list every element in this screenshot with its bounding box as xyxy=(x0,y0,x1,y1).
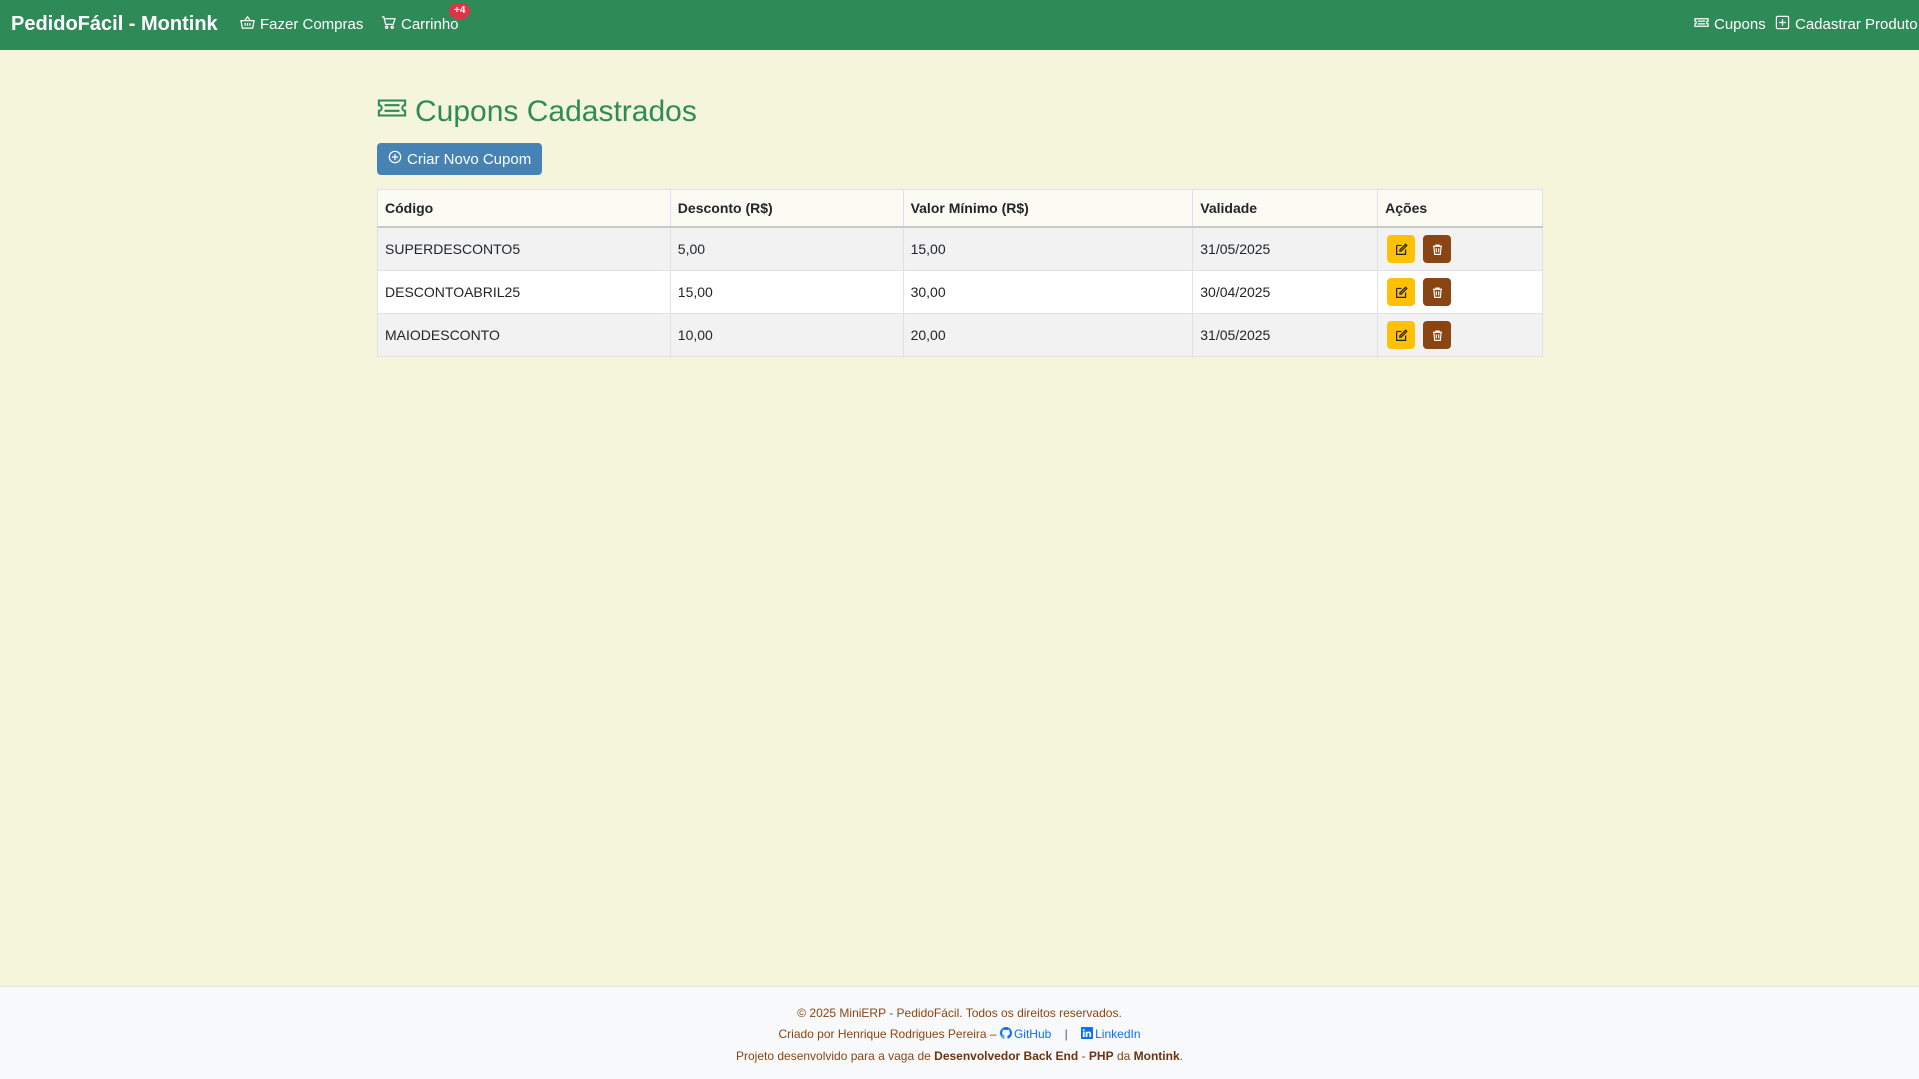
pencil-square-icon xyxy=(1395,242,1408,255)
table-row: DESCONTOABRIL25 15,00 30,00 30/04/2025 xyxy=(377,270,1543,314)
github-link[interactable]: GitHub xyxy=(999,1027,1052,1041)
ticket-icon xyxy=(377,93,407,131)
pencil-square-icon xyxy=(1395,285,1408,298)
cell-validity: 31/05/2025 xyxy=(1192,226,1379,271)
nav-coupons-link[interactable]: Cupons xyxy=(1694,15,1766,34)
trash-icon xyxy=(1432,243,1442,255)
footer-company: Montink xyxy=(1133,1049,1180,1063)
plus-square-icon xyxy=(1775,15,1790,34)
edit-button[interactable] xyxy=(1387,321,1416,349)
plus-circle-icon xyxy=(388,150,402,168)
cell-code: MAIODESCONTO xyxy=(377,313,671,357)
brand-link[interactable]: PedidoFácil - Montink xyxy=(11,13,218,36)
cell-validity: 30/04/2025 xyxy=(1192,270,1379,314)
cell-discount: 15,00 xyxy=(669,270,904,314)
delete-button[interactable] xyxy=(1423,278,1452,306)
cell-actions xyxy=(1377,226,1543,271)
coupons-table: Código Desconto (R$) Valor Mínimo (R$) V… xyxy=(377,189,1543,357)
cart-icon xyxy=(381,15,396,34)
linkedin-label: LinkedIn xyxy=(1095,1027,1141,1041)
delete-button[interactable] xyxy=(1423,321,1452,349)
nav-shop-link[interactable]: Fazer Compras xyxy=(240,15,363,34)
footer-copyright: © 2025 MiniERP - PedidoFácil. Todos os d… xyxy=(797,1006,1122,1020)
ticket-icon xyxy=(1694,15,1709,34)
page-title-text: Cupons Cadastrados xyxy=(415,95,697,128)
footer-dash: - xyxy=(1081,1049,1086,1063)
nav-cart-link[interactable]: Carrinho xyxy=(381,15,459,34)
cell-discount: 5,00 xyxy=(669,226,904,271)
footer-period: . xyxy=(1179,1049,1183,1063)
cell-min-value: 20,00 xyxy=(902,313,1194,357)
edit-button[interactable] xyxy=(1387,235,1416,263)
linkedin-link[interactable]: LinkedIn xyxy=(1081,1027,1141,1041)
nav-add-product-label: Cadastrar Produto xyxy=(1795,16,1918,33)
nav-cart-label: Carrinho xyxy=(401,16,459,33)
cell-actions xyxy=(1377,313,1543,357)
cell-min-value: 15,00 xyxy=(902,226,1194,271)
trash-icon xyxy=(1432,329,1442,341)
footer-credits: Criado por Henrique Rodrigues Pereira – … xyxy=(0,1027,1919,1041)
cell-code: DESCONTOABRIL25 xyxy=(377,270,671,314)
footer-created-by: Criado por Henrique Rodrigues Pereira – xyxy=(778,1027,997,1041)
footer-role: Desenvolvedor Back End xyxy=(934,1049,1079,1063)
cell-validity: 31/05/2025 xyxy=(1192,313,1379,357)
cell-actions xyxy=(1377,270,1543,314)
cell-discount: 10,00 xyxy=(669,313,904,357)
pencil-square-icon xyxy=(1395,328,1408,341)
header-code: Código xyxy=(377,189,671,228)
cart-count-badge: +4 xyxy=(449,3,471,19)
page-title: Cupons Cadastrados xyxy=(377,93,697,131)
cell-min-value: 30,00 xyxy=(902,270,1194,314)
footer-tech: PHP xyxy=(1088,1049,1114,1063)
footer-separator: | xyxy=(1064,1027,1068,1041)
delete-button[interactable] xyxy=(1423,235,1452,263)
footer-project-info: Projeto desenvolvido para a vaga de Dese… xyxy=(0,1049,1919,1063)
header-validity: Validade xyxy=(1192,189,1379,228)
header-min-value: Valor Mínimo (R$) xyxy=(902,189,1194,228)
header-actions: Ações xyxy=(1377,189,1543,228)
cell-code: SUPERDESCONTO5 xyxy=(377,226,671,271)
nav-shop-label: Fazer Compras xyxy=(260,16,364,33)
navbar: PedidoFácil - Montink Fazer Compras Carr… xyxy=(0,0,1919,50)
footer-project-prefix: Projeto desenvolvido para a vaga de xyxy=(736,1049,931,1063)
table-row: MAIODESCONTO 10,00 20,00 31/05/2025 xyxy=(377,313,1543,357)
table-row: SUPERDESCONTO5 5,00 15,00 31/05/2025 xyxy=(377,226,1543,271)
footer-da: da xyxy=(1116,1049,1131,1063)
create-coupon-label: Criar Novo Cupom xyxy=(407,150,532,168)
header-discount: Desconto (R$) xyxy=(669,189,904,228)
basket-icon xyxy=(240,15,255,34)
github-icon xyxy=(999,1027,1012,1039)
footer: © 2025 MiniERP - PedidoFácil. Todos os d… xyxy=(0,986,1919,1079)
linkedin-icon xyxy=(1081,1027,1094,1039)
nav-coupons-label: Cupons xyxy=(1714,16,1766,33)
trash-icon xyxy=(1432,286,1442,298)
github-label: GitHub xyxy=(1013,1027,1052,1041)
create-coupon-button[interactable]: Criar Novo Cupom xyxy=(377,143,543,175)
nav-add-product-link[interactable]: Cadastrar Produto xyxy=(1775,15,1918,34)
edit-button[interactable] xyxy=(1387,278,1416,306)
table-header-row: Código Desconto (R$) Valor Mínimo (R$) V… xyxy=(377,189,1543,228)
